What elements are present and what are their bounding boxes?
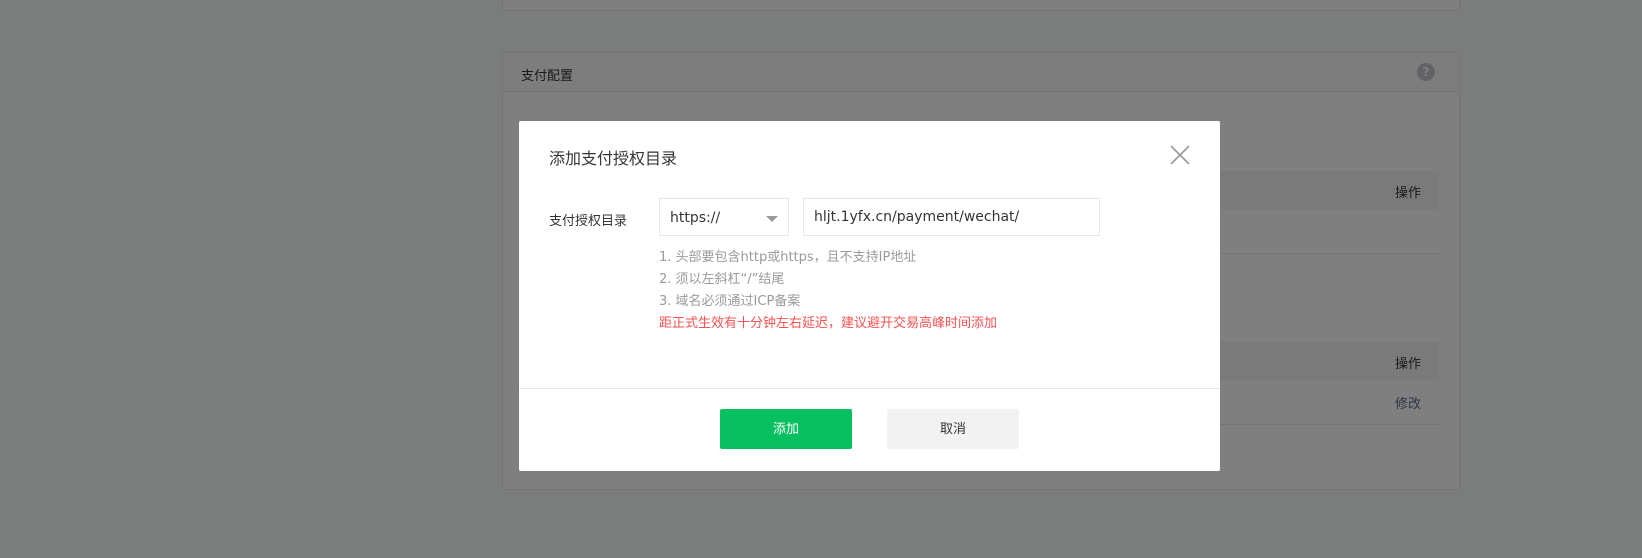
tips: 1. 头部要包含http或https，且不支持IP地址 2. 须以左斜杠“/”结…	[659, 247, 997, 335]
warning-text: 距正式生效有十分钟左右延迟，建议避开交易高峰时间添加	[659, 316, 998, 331]
domain-input[interactable]	[803, 198, 1100, 236]
page: 支付配置 ? 操作 操作 修改 添加支付授权目录 支付授权目录 https://	[0, 0, 1642, 558]
close-icon[interactable]	[1168, 143, 1192, 167]
protocol-select-value: https://	[670, 210, 721, 226]
dialog-title: 添加支付授权目录	[549, 149, 678, 168]
add-payment-directory-dialog: 添加支付授权目录 支付授权目录 https:// 1. 头部要包含http或ht…	[519, 121, 1220, 471]
chevron-down-icon	[766, 216, 778, 222]
payment-directory-label: 支付授权目录	[549, 214, 628, 229]
tip-item: 3. 域名必须通过ICP备案	[659, 294, 801, 309]
protocol-select[interactable]: https://	[659, 198, 789, 236]
dialog-footer: 添加 取消	[519, 388, 1220, 471]
tip-item: 1. 头部要包含http或https，且不支持IP地址	[659, 250, 917, 265]
add-button[interactable]: 添加	[720, 409, 852, 449]
tip-item: 2. 须以左斜杠“/”结尾	[659, 272, 785, 287]
cancel-button[interactable]: 取消	[887, 409, 1019, 449]
